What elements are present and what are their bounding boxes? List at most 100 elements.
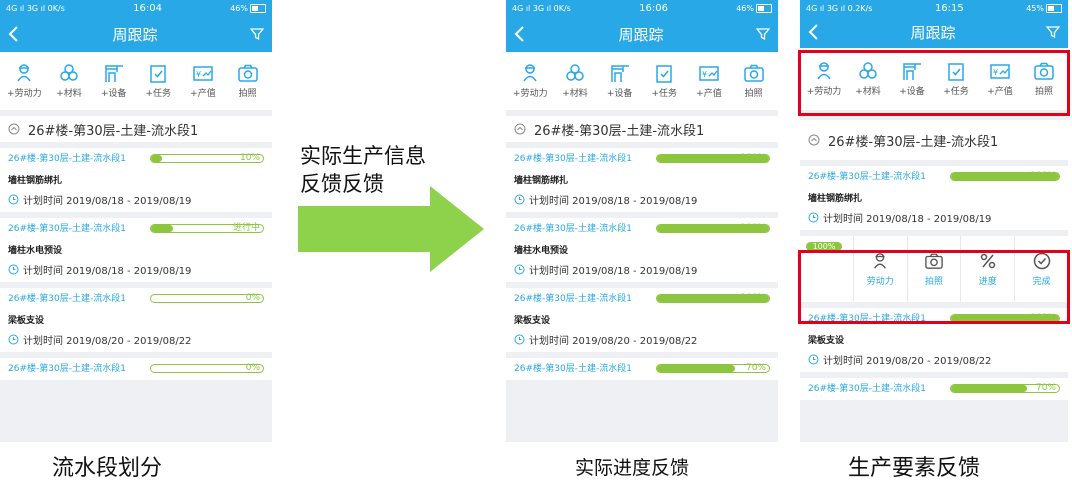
header: 周跟踪 — [506, 16, 778, 52]
task-card[interactable]: 26#楼-第30层-土建-流水段1 100% 梁板支设 计划时间 2019/08/… — [506, 288, 778, 352]
task-card[interactable]: 26#楼-第30层-土建-流水段1 100% 墙柱水电预设 计划时间 2019/0… — [506, 218, 778, 282]
task-plan-time: 计划时间 2019/08/18 - 2019/08/19 — [23, 266, 192, 277]
material-icon — [566, 64, 584, 81]
battery-info: 45% — [1026, 3, 1062, 13]
segment-group-header[interactable]: 26#楼-第30层-土建-流水段1 — [0, 116, 272, 142]
task-card[interactable]: 26#楼-第30层-土建-流水段1 70% — [800, 378, 1068, 400]
segment-group-title: 26#楼-第30层-土建-流水段1 — [28, 123, 199, 139]
tool-label: +材料 — [562, 89, 588, 99]
progress-label: 70% — [1035, 383, 1056, 393]
progress-bar: 70% — [656, 363, 770, 373]
progress-bar: 0% — [150, 293, 264, 303]
task-plan-time: 计划时间 2019/08/18 - 2019/08/19 — [823, 214, 992, 225]
progress-fill — [951, 385, 1027, 392]
battery-percent: 46% — [230, 3, 248, 13]
segment-group-title: 26#楼-第30层-土建-流水段1 — [534, 123, 705, 139]
add-material-button[interactable]: +材料 — [554, 63, 596, 99]
back-icon[interactable] — [808, 24, 820, 40]
add-labor-button[interactable]: +劳动力 — [3, 63, 45, 99]
add-output-value-button[interactable]: ¥ +产值 — [182, 63, 224, 99]
caption-resource-feedback: 生产要素反馈 — [848, 456, 981, 481]
progress-bar: 100% — [950, 171, 1060, 181]
task-segment-name: 26#楼-第30层-土建-流水段1 — [8, 224, 126, 234]
segment-group-title: 26#楼-第30层-土建-流水段1 — [828, 134, 999, 150]
filter-icon[interactable] — [755, 27, 770, 41]
back-icon[interactable] — [514, 26, 526, 42]
task-card[interactable]: 26#楼-第30层-土建-流水段1 70% — [506, 358, 778, 380]
take-photo-button[interactable]: 拍照 — [733, 63, 775, 99]
task-title: 梁板支设 — [514, 316, 551, 326]
segment-group-header[interactable]: 26#楼-第30层-土建-流水段1 — [800, 120, 1068, 160]
clock-icon — [514, 334, 525, 345]
toolbar-highlight-box — [798, 50, 1070, 116]
progress-bar: 100% — [656, 153, 770, 163]
worker-icon — [523, 64, 537, 82]
task-plan-time: 计划时间 2019/08/20 - 2019/08/22 — [23, 336, 192, 347]
filter-icon[interactable] — [1045, 25, 1060, 39]
task-card[interactable]: 26#楼-第30层-土建-流水段1 0% — [0, 358, 272, 380]
signal-info: 4G ıl 3G ıl 0K/s — [6, 3, 65, 13]
task-card[interactable]: 26#楼-第30层-土建-流水段1 10% 墙柱钢筋绑扎 计划时间 2019/08… — [0, 148, 272, 212]
task-title: 墙柱钢筋绑扎 — [808, 194, 863, 204]
clock-icon — [808, 212, 819, 223]
add-task-button[interactable]: +任务 — [137, 63, 179, 99]
clock: 16:06 — [639, 2, 668, 14]
material-icon — [60, 64, 78, 81]
caption-progress-feedback: 实际进度反馈 — [575, 457, 690, 479]
clock-icon — [8, 264, 19, 275]
header: 周跟踪 — [0, 16, 272, 52]
task-segment-name: 26#楼-第30层-土建-流水段1 — [8, 154, 126, 164]
progress-label: 100% — [1030, 171, 1056, 181]
progress-label: 进行中 — [232, 223, 260, 233]
task-title: 梁板支设 — [8, 316, 45, 326]
add-output-value-button[interactable]: ¥ +产值 — [688, 63, 730, 99]
battery-info: 46% — [736, 3, 772, 13]
task-plan-time: 计划时间 2019/08/18 - 2019/08/19 — [529, 196, 698, 207]
collapse-icon — [8, 123, 20, 135]
page-title: 周跟踪 — [112, 25, 158, 44]
tool-label: +设备 — [606, 89, 633, 99]
page-title: 周跟踪 — [910, 23, 956, 42]
progress-label: 10% — [239, 153, 260, 163]
add-material-button[interactable]: +材料 — [48, 63, 90, 99]
progress-bar: 0% — [150, 363, 264, 373]
action-panel-highlight-box — [798, 250, 1070, 324]
tool-label: +劳动力 — [7, 89, 42, 99]
caption-segment-division: 流水段划分 — [52, 456, 163, 481]
phone-screen-segment-division: 4G ıl 3G ıl 0K/s 16:04 46% 周跟踪 +劳动力 +材料 … — [0, 0, 272, 442]
progress-label: 0% — [245, 363, 260, 373]
tool-label: +劳动力 — [513, 89, 548, 99]
progress-bar: 100% — [656, 223, 770, 233]
task-segment-name: 26#楼-第30层-土建-流水段1 — [8, 364, 126, 374]
clock-icon — [514, 264, 525, 275]
task-segment-name: 26#楼-第30层-土建-流水段1 — [514, 364, 632, 374]
crane-icon — [104, 65, 123, 82]
task-card[interactable]: 26#楼-第30层-土建-流水段1 进行中 墙柱水电预设 计划时间 2019/08… — [0, 218, 272, 282]
progress-label: 100% — [740, 153, 766, 163]
tool-label: 拍照 — [744, 89, 763, 99]
take-photo-button[interactable]: 拍照 — [227, 63, 269, 99]
task-segment-name: 26#楼-第30层-土建-流水段1 — [514, 224, 632, 234]
progress-bar: 70% — [950, 383, 1060, 393]
clock-icon — [514, 194, 525, 205]
task-card[interactable]: 26#楼-第30层-土建-流水段1 100% 墙柱钢筋绑扎 计划时间 2019/0… — [506, 148, 778, 212]
task-segment-name: 26#楼-第30层-土建-流水段1 — [514, 294, 632, 304]
yen-chart-icon: ¥ — [193, 66, 213, 81]
tool-label: +任务 — [651, 89, 678, 99]
status-bar: 4G ıl 3G ıl 0.2K/s 16:15 45% — [800, 0, 1068, 16]
segment-group-header[interactable]: 26#楼-第30层-土建-流水段1 — [506, 116, 778, 142]
add-equipment-button[interactable]: +设备 — [599, 63, 641, 99]
add-labor-button[interactable]: +劳动力 — [509, 63, 551, 99]
add-task-button[interactable]: +任务 — [643, 63, 685, 99]
task-title: 墙柱水电预设 — [514, 246, 569, 256]
add-equipment-button[interactable]: +设备 — [93, 63, 135, 99]
tool-label: +设备 — [100, 89, 127, 99]
battery-icon — [1046, 3, 1062, 13]
task-plan-time: 计划时间 2019/08/18 - 2019/08/19 — [23, 196, 192, 207]
task-card[interactable]: 26#楼-第30层-土建-流水段1 0% 梁板支设 计划时间 2019/08/20… — [0, 288, 272, 352]
task-segment-name: 26#楼-第30层-土建-流水段1 — [808, 172, 926, 182]
filter-icon[interactable] — [249, 27, 264, 41]
back-icon[interactable] — [8, 26, 20, 42]
task-card[interactable]: 26#楼-第30层-土建-流水段1 100% 墙柱钢筋绑扎 计划时间 2019/0… — [800, 166, 1068, 230]
clock: 16:04 — [133, 2, 162, 14]
